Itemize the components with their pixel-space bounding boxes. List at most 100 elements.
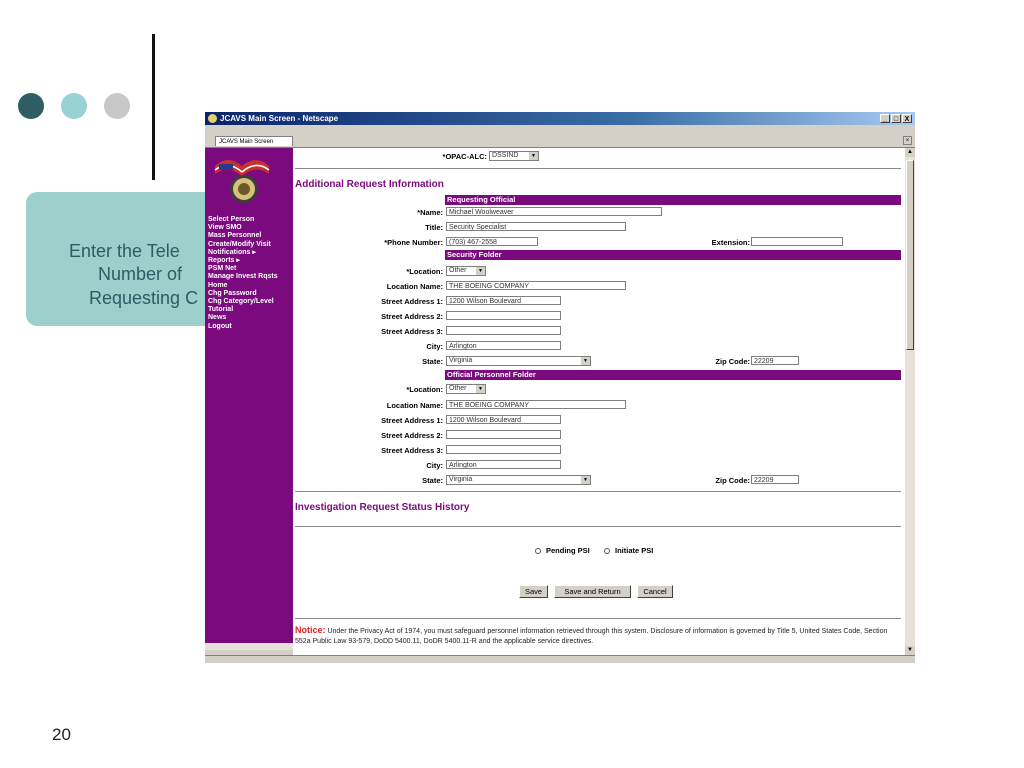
chevron-down-icon: ▼ (581, 357, 590, 365)
netscape-icon (208, 114, 217, 123)
sidebar-item-notifications[interactable]: Notifications ▸ (208, 249, 278, 257)
sf-state-value: Virginia (449, 357, 473, 364)
opf-zip-label: Zip Code: (715, 476, 750, 485)
opac-alc-label: *OPAC-ALC: (442, 152, 487, 161)
phone-number-field[interactable]: (703) 467-2558 (446, 237, 538, 246)
opf-street3-label: Street Address 3: (381, 446, 443, 455)
sidebar-item-view-smo[interactable]: View SMO (208, 224, 278, 232)
sf-city-field[interactable]: Arlington (446, 341, 561, 350)
bar-requesting-official: Requesting Official (445, 195, 901, 205)
sidebar-item-home[interactable]: Home (208, 282, 278, 290)
scroll-up-icon[interactable]: ▲ (905, 148, 915, 157)
window-title: JCAVS Main Screen - Netscape (220, 114, 339, 123)
opf-state-select[interactable]: Virginia ▼ (446, 475, 591, 485)
sf-zip-field[interactable]: 22209 (751, 356, 799, 365)
opf-location-name-field[interactable]: THE BOEING COMPANY (446, 400, 626, 409)
phone-number-label: *Phone Number: (384, 238, 443, 247)
divider-notice (295, 618, 901, 619)
divider-top (295, 168, 901, 169)
vertical-scrollbar[interactable]: ▲ ▼ (905, 148, 915, 655)
sf-street2-label: Street Address 2: (381, 312, 443, 321)
tab-jcavs-main[interactable]: JCAVS Main Screen (215, 136, 293, 146)
sidebar-item-create-modify-visit[interactable]: Create/Modify Visit (208, 241, 278, 249)
sidebar-item-chg-category-level[interactable]: Chg Category/Level (208, 298, 278, 306)
opf-city-field[interactable]: Arlington (446, 460, 561, 469)
menu-bar (205, 125, 915, 134)
sidebar-item-logout[interactable]: Logout (208, 323, 278, 331)
sf-street3-label: Street Address 3: (381, 327, 443, 336)
slide-dot-3 (104, 93, 130, 119)
sidebar-item-tutorial[interactable]: Tutorial (208, 306, 278, 314)
sidebar-item-mass-personnel[interactable]: Mass Personnel (208, 232, 278, 240)
slide-divider (152, 34, 155, 180)
sf-zip-label: Zip Code: (715, 357, 750, 366)
save-and-return-button[interactable]: Save and Return (554, 585, 631, 598)
radio-pending-psi[interactable] (535, 548, 541, 554)
sidebar-item-chg-password[interactable]: Chg Password (208, 290, 278, 298)
sf-state-select[interactable]: Virginia ▼ (446, 356, 591, 366)
radio-initiate-psi[interactable] (604, 548, 610, 554)
divider-history-bottom (295, 526, 901, 527)
opf-street2-field[interactable] (446, 430, 561, 439)
sidebar: Select Person View SMO Mass Personnel Cr… (205, 148, 293, 643)
sidebar-item-reports[interactable]: Reports ▸ (208, 257, 278, 265)
sf-location-select[interactable]: Other ▼ (446, 266, 486, 276)
sf-city-label: City: (426, 342, 443, 351)
sidebar-horizontal-scrollbar[interactable] (205, 643, 293, 650)
extension-field[interactable] (751, 237, 843, 246)
browser-window: JCAVS Main Screen - Netscape _ □ X JCAVS… (205, 112, 915, 663)
sf-location-name-label: Location Name: (386, 282, 443, 291)
sidebar-item-news[interactable]: News (208, 314, 278, 322)
opf-location-select[interactable]: Other ▼ (446, 384, 486, 394)
callout-line-2: Number of (98, 264, 183, 284)
main-content: *OPAC-ALC: DSSIND ▼ Additional Request In… (293, 148, 905, 655)
notice-heading: Notice: (295, 625, 326, 635)
sidebar-nav: Select Person View SMO Mass Personnel Cr… (208, 216, 278, 331)
opf-state-label: State: (422, 476, 443, 485)
save-button[interactable]: Save (519, 585, 548, 598)
title-label: Title: (425, 223, 443, 232)
chevron-down-icon: ▼ (476, 267, 485, 275)
title-field[interactable]: Security Specialist (446, 222, 626, 231)
name-field[interactable]: Michael Woolweaver (446, 207, 662, 216)
extension-label: Extension: (711, 238, 750, 247)
sidebar-item-select-person[interactable]: Select Person (208, 216, 278, 224)
radio-initiate-psi-label: Initiate PSI (615, 546, 654, 555)
scroll-down-icon[interactable]: ▼ (905, 646, 915, 655)
radio-pending-psi-label: Pending PSI (546, 546, 590, 555)
slide-dot-1 (18, 93, 44, 119)
opf-street3-field[interactable] (446, 445, 561, 454)
tab-bar: JCAVS Main Screen × (205, 134, 915, 148)
privacy-notice: Notice: Under the Privacy Act of 1974, y… (295, 625, 895, 647)
close-button[interactable]: X (902, 114, 912, 123)
sf-street2-field[interactable] (446, 311, 561, 320)
sidebar-item-psm-net[interactable]: PSM Net (208, 265, 278, 273)
slide-dot-2 (61, 93, 87, 119)
title-bar: JCAVS Main Screen - Netscape _ □ X (205, 112, 915, 125)
sidebar-item-manage-invest-rqsts[interactable]: Manage Invest Rqsts (208, 273, 278, 281)
maximize-button[interactable]: □ (891, 114, 901, 123)
tab-close-icon[interactable]: × (903, 136, 912, 145)
cancel-button[interactable]: Cancel (637, 585, 673, 598)
sf-location-label: *Location: (406, 267, 443, 276)
sf-street1-field[interactable]: 1200 Wilson Boulevard (446, 296, 561, 305)
opf-street2-label: Street Address 2: (381, 431, 443, 440)
sf-street1-label: Street Address 1: (381, 297, 443, 306)
notice-text: Under the Privacy Act of 1974, you must … (295, 628, 888, 645)
jcavs-seal-logo (214, 160, 270, 203)
opac-alc-select[interactable]: DSSIND ▼ (489, 151, 539, 161)
opf-street1-field[interactable]: 1200 Wilson Boulevard (446, 415, 561, 424)
name-label: *Name: (417, 208, 443, 217)
opf-zip-field[interactable]: 22209 (751, 475, 799, 484)
scroll-thumb[interactable] (906, 160, 914, 350)
sf-street3-field[interactable] (446, 326, 561, 335)
sf-location-name-field[interactable]: THE BOEING COMPANY (446, 281, 626, 290)
sf-state-label: State: (422, 357, 443, 366)
section-investigation-status-history: Investigation Request Status History (295, 502, 470, 513)
bar-security-folder: Security Folder (445, 250, 901, 260)
minimize-button[interactable]: _ (880, 114, 890, 123)
opf-location-value: Other (449, 385, 467, 392)
opf-location-label: *Location: (406, 385, 443, 394)
chevron-down-icon: ▼ (476, 385, 485, 393)
opac-alc-value: DSSIND (492, 152, 519, 159)
